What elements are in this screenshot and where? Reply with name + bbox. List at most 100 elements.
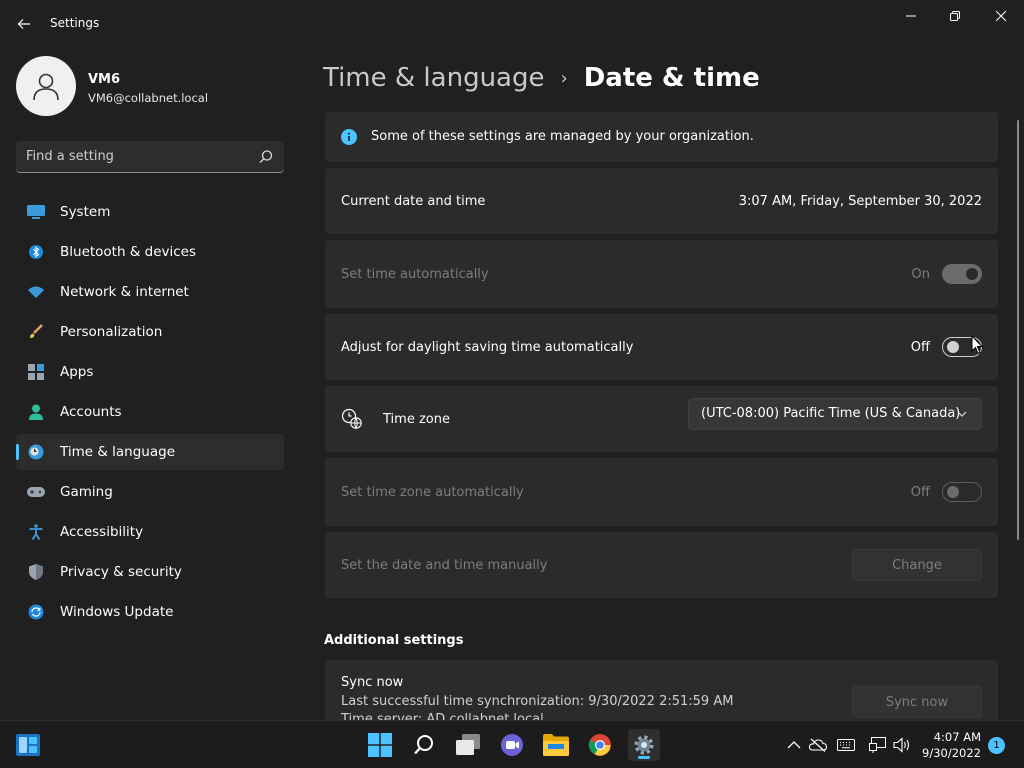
person-icon xyxy=(27,404,45,420)
chat-icon xyxy=(501,734,523,756)
clock-date: 9/30/2022 xyxy=(922,746,981,760)
maximize-button[interactable] xyxy=(932,0,978,32)
apps-icon xyxy=(27,364,45,380)
sync-now-button[interactable]: Sync now xyxy=(852,686,982,718)
active-app-indicator xyxy=(638,756,650,759)
search-input[interactable] xyxy=(16,141,246,172)
back-button[interactable] xyxy=(10,10,38,38)
set-date-time-manually-card: Set the date and time manually Change xyxy=(325,532,998,598)
network-icon xyxy=(869,737,886,753)
chevron-down-icon xyxy=(957,411,967,417)
chrome-icon xyxy=(588,734,611,756)
clock-time: 4:07 AM xyxy=(933,730,981,744)
sidebar-item-apps[interactable]: Apps xyxy=(16,354,284,390)
task-view-button[interactable] xyxy=(452,729,484,761)
chrome-button[interactable] xyxy=(584,729,616,761)
page-title: Date & time xyxy=(583,63,760,93)
scrollbar[interactable] xyxy=(1017,120,1019,540)
set-time-automatically-card: Set time automatically On xyxy=(325,240,998,308)
set-time-zone-automatically-state: Off xyxy=(910,485,930,500)
sidebar-item-accounts[interactable]: Accounts xyxy=(16,394,284,430)
search-icon xyxy=(414,735,433,755)
sidebar-item-label: Apps xyxy=(60,364,94,380)
breadcrumb-parent[interactable]: Time & language xyxy=(323,63,544,93)
sidebar-item-label: Accounts xyxy=(60,404,122,420)
time-zone-card: Time zone (UTC-08:00) Pacific Time (US &… xyxy=(325,386,998,452)
sidebar-item-label: Windows Update xyxy=(60,604,174,620)
mouse-cursor-icon xyxy=(971,335,983,355)
taskbar-search-button[interactable] xyxy=(408,729,440,761)
managed-notice-text: Some of these settings are managed by yo… xyxy=(371,129,754,144)
sidebar-item-label: Gaming xyxy=(60,484,113,500)
sync-time-server: Time server: AD.collabnet.local xyxy=(341,712,544,720)
sidebar-item-time-language[interactable]: Time & language xyxy=(16,434,284,470)
sync-now-card: Sync now Last successful time synchroniz… xyxy=(325,660,998,720)
input-indicator-button[interactable] xyxy=(836,735,856,755)
clock-globe-icon xyxy=(27,444,45,460)
sidebar-item-label: Personalization xyxy=(60,324,163,340)
shield-icon xyxy=(27,564,45,580)
start-button[interactable] xyxy=(364,729,396,761)
volume-tray-button[interactable] xyxy=(892,735,912,755)
sidebar-item-label: Privacy & security xyxy=(60,564,182,580)
breadcrumb-separator: › xyxy=(560,67,568,89)
sidebar-item-bluetooth[interactable]: Bluetooth & devices xyxy=(16,234,284,270)
search-box[interactable] xyxy=(16,141,284,173)
notification-badge[interactable]: 1 xyxy=(988,737,1005,754)
file-explorer-button[interactable] xyxy=(540,729,572,761)
sidebar-item-privacy[interactable]: Privacy & security xyxy=(16,554,284,590)
taskbar-clock[interactable]: 4:07 AM 9/30/2022 xyxy=(922,729,981,761)
avatar xyxy=(16,56,76,116)
set-date-time-manually-label: Set the date and time manually xyxy=(341,558,548,573)
minimize-button[interactable] xyxy=(888,0,934,32)
search-icon xyxy=(259,150,273,163)
daylight-saving-label: Adjust for daylight saving time automati… xyxy=(341,340,634,355)
start-icon xyxy=(368,733,392,757)
user-profile[interactable]: VM6 VM6@collabnet.local xyxy=(16,56,296,118)
set-time-zone-automatically-card: Set time zone automatically Off xyxy=(325,458,998,526)
daylight-saving-state: Off xyxy=(910,340,930,355)
set-time-zone-automatically-label: Set time zone automatically xyxy=(341,485,524,500)
close-button[interactable] xyxy=(978,0,1024,32)
time-zone-label: Time zone xyxy=(383,412,450,427)
sidebar-item-accessibility[interactable]: Accessibility xyxy=(16,514,284,550)
restore-icon xyxy=(950,11,960,21)
sidebar-item-label: Bluetooth & devices xyxy=(60,244,197,260)
show-hidden-icons-button[interactable] xyxy=(784,735,804,755)
sync-last-time: Last successful time synchronization: 9/… xyxy=(341,694,734,709)
time-zone-dropdown[interactable]: (UTC-08:00) Pacific Time (US & Canada) xyxy=(688,398,982,430)
sidebar-item-gaming[interactable]: Gaming xyxy=(16,474,284,510)
change-button[interactable]: Change xyxy=(852,549,982,581)
additional-settings-heading: Additional settings xyxy=(324,633,464,648)
wifi-icon xyxy=(27,284,45,300)
settings-gear-icon xyxy=(634,735,654,755)
back-arrow-icon xyxy=(17,19,30,29)
managed-notice-banner: Some of these settings are managed by yo… xyxy=(325,112,998,162)
set-time-zone-automatically-toggle[interactable] xyxy=(942,482,982,502)
user-name: VM6 xyxy=(88,72,121,87)
current-date-time-value: 3:07 AM, Friday, September 30, 2022 xyxy=(738,194,982,209)
settings-taskbar-button[interactable] xyxy=(628,729,660,761)
user-email: VM6@collabnet.local xyxy=(88,91,209,105)
breadcrumb: Time & language › Date & time xyxy=(323,58,760,98)
taskbar: 4:07 AM 9/30/2022 1 xyxy=(0,720,1024,768)
sidebar-item-system[interactable]: System xyxy=(16,194,284,230)
network-tray-button[interactable] xyxy=(868,735,888,755)
chat-button[interactable] xyxy=(496,729,528,761)
sidebar-item-label: System xyxy=(60,204,111,220)
set-time-automatically-toggle[interactable] xyxy=(942,264,982,284)
daylight-saving-card: Adjust for daylight saving time automati… xyxy=(325,314,998,380)
onedrive-tray-button[interactable] xyxy=(808,735,828,755)
sidebar-item-label: Accessibility xyxy=(60,524,144,540)
sidebar-item-network[interactable]: Network & internet xyxy=(16,274,284,310)
cloud-off-icon xyxy=(809,738,827,752)
brush-icon xyxy=(27,324,45,340)
title-bar: Settings xyxy=(0,0,1024,48)
current-date-time-label: Current date and time xyxy=(341,194,486,209)
sidebar-item-windows-update[interactable]: Windows Update xyxy=(16,594,284,630)
current-date-time-card: Current date and time 3:07 AM, Friday, S… xyxy=(325,168,998,234)
widgets-button[interactable] xyxy=(12,729,44,761)
sidebar-item-personalization[interactable]: Personalization xyxy=(16,314,284,350)
info-icon xyxy=(341,129,357,145)
sidebar-item-label: Time & language xyxy=(60,444,176,460)
